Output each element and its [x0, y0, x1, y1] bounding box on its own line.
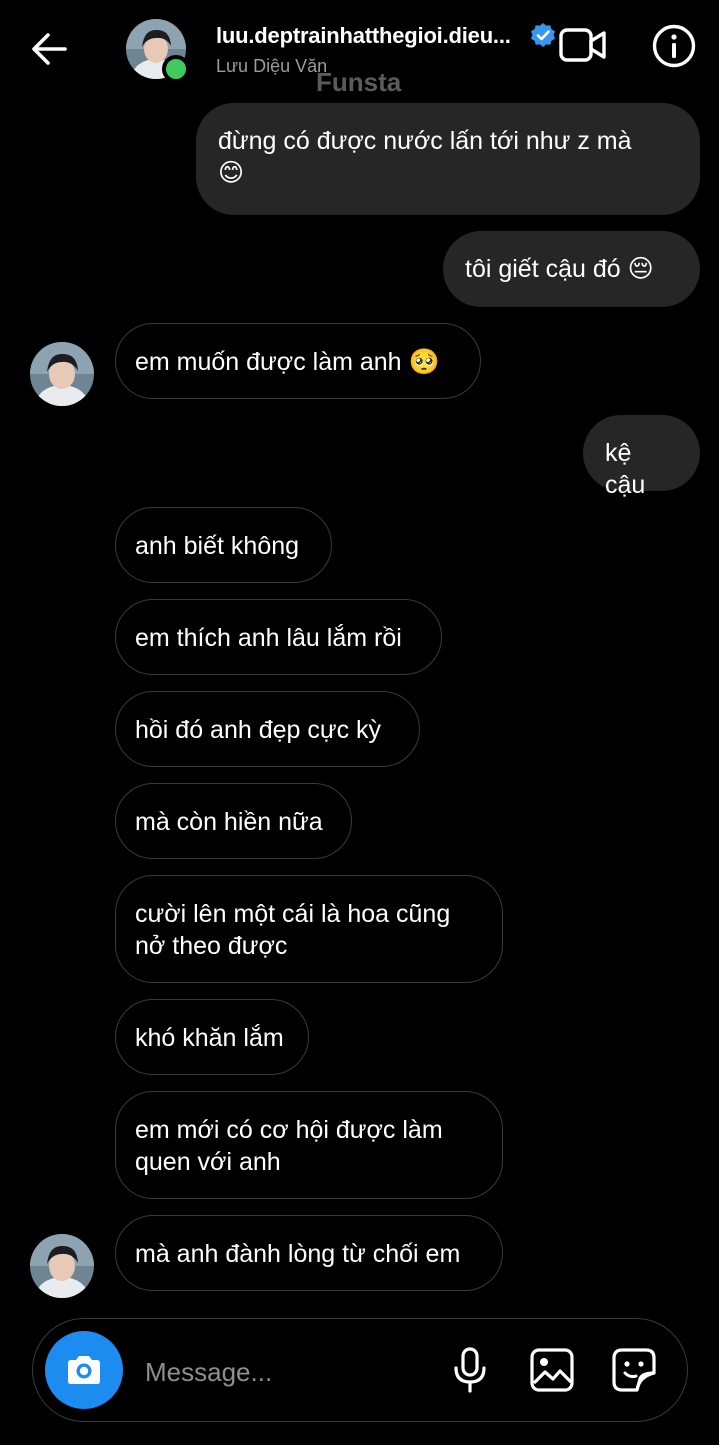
message-text: em mới có cơ hội được làm quen với anh [135, 1116, 443, 1176]
message-bubble-outgoing[interactable]: đừng có được nước lấn tới như z mà 😊 [196, 103, 700, 215]
chat-display-name: Lưu Diệu Văn [216, 56, 328, 76]
message-bubble-incoming[interactable]: em muốn được làm anh 🥺 [115, 323, 481, 399]
video-call-button[interactable] [556, 22, 610, 68]
message-bubble-incoming[interactable]: khó khăn lắm [115, 999, 309, 1075]
message-composer [32, 1318, 688, 1422]
message-input[interactable] [143, 1347, 437, 1397]
message-text: em muốn được làm anh [135, 348, 402, 376]
message-text: mà anh đành lòng từ chối em [135, 1240, 461, 1268]
message-text: mà còn hiền nữa [135, 808, 323, 836]
info-button[interactable] [650, 22, 698, 70]
camera-icon [68, 1356, 100, 1384]
message-text: khó khăn lắm [135, 1024, 284, 1052]
back-button[interactable] [24, 26, 74, 72]
arrow-left-icon [32, 33, 67, 65]
pensive-emoji: 😔 [627, 254, 654, 283]
chat-username[interactable]: luu.deptrainhatthegioi.dieu... [216, 23, 511, 49]
message-text: đừng có được nước lấn tới như z mà [218, 127, 632, 155]
voice-message-button[interactable] [445, 1345, 495, 1395]
online-status-dot [162, 55, 190, 83]
message-bubble-incoming[interactable]: anh biết không [115, 507, 332, 583]
header-avatar[interactable] [126, 19, 190, 83]
image-icon [530, 1348, 574, 1392]
message-bubble-incoming[interactable]: em mới có cơ hội được làm quen với anh [115, 1091, 503, 1199]
message-bubble-incoming[interactable]: mà anh đành lòng từ chối em [115, 1215, 503, 1291]
sender-avatar[interactable] [30, 342, 94, 406]
message-bubble-incoming[interactable]: em thích anh lâu lắm rồi [115, 599, 442, 675]
message-bubble-incoming[interactable]: cười lên một cái là hoa cũng nở theo đượ… [115, 875, 503, 983]
gallery-button[interactable] [527, 1345, 577, 1395]
message-text: anh biết không [135, 532, 300, 560]
microphone-icon [454, 1347, 486, 1393]
camera-button[interactable] [45, 1331, 123, 1409]
chat-header: luu.deptrainhatthegioi.dieu... Lưu Diệu … [0, 0, 719, 100]
message-text: hồi đó anh đẹp cực kỳ [135, 716, 382, 744]
pleading-emoji: 🥺 [408, 347, 440, 376]
watermark: Funsta [316, 67, 402, 97]
message-text: cười lên một cái là hoa cũng nở theo đượ… [135, 900, 451, 960]
message-bubble-outgoing[interactable]: kệ cậu [583, 415, 700, 499]
video-camera-icon [559, 28, 606, 62]
message-bubble-outgoing[interactable]: tôi giết cậu đó 😔 [443, 231, 700, 307]
info-icon [652, 24, 696, 68]
verified-badge-icon [530, 23, 555, 47]
sticker-button[interactable] [609, 1345, 659, 1395]
sticker-icon [612, 1348, 656, 1392]
message-text: em thích anh lâu lắm rồi [135, 624, 402, 652]
smiling-emoji: 😊 [218, 158, 245, 187]
sender-avatar[interactable] [30, 1234, 94, 1298]
message-bubble-incoming[interactable]: mà còn hiền nữa [115, 783, 352, 859]
message-bubble-incoming[interactable]: hồi đó anh đẹp cực kỳ [115, 691, 420, 767]
message-text: kệ cậu [605, 439, 646, 499]
message-text: tôi giết cậu đó [465, 255, 621, 283]
